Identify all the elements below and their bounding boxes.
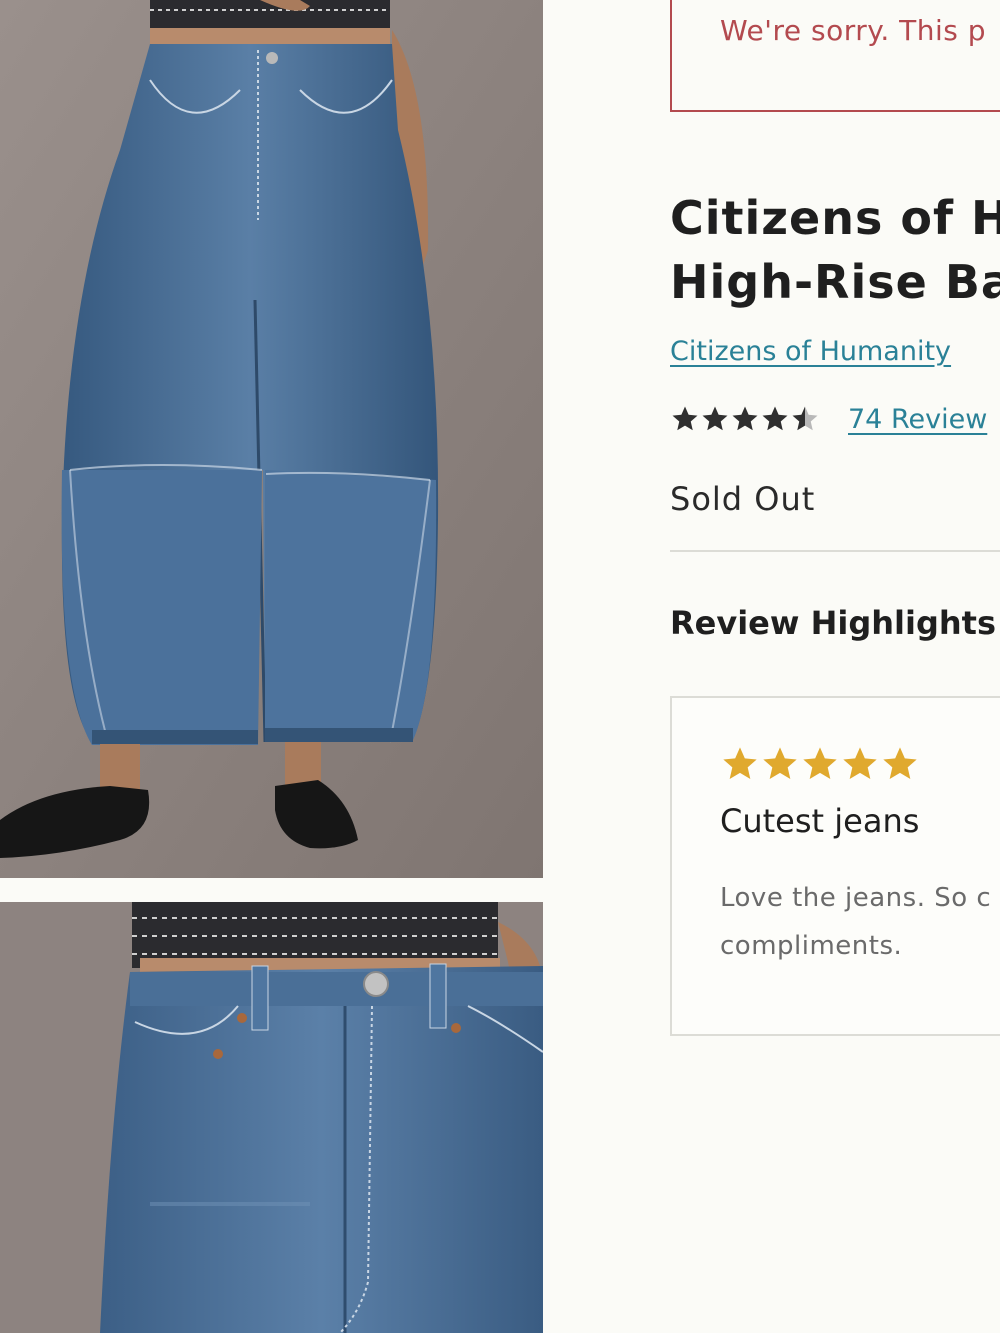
alert-message: We're sorry. This p <box>720 14 987 47</box>
star-icon <box>702 406 728 431</box>
stock-status: Sold Out <box>670 480 816 518</box>
section-divider <box>670 550 1000 552</box>
product-title-line-1: Citizens of H <box>670 191 1000 245</box>
star-icon <box>762 406 788 431</box>
star-icon <box>672 406 698 431</box>
unavailable-alert: We're sorry. This p <box>670 0 1000 112</box>
product-image-waist-detail[interactable] <box>0 902 543 1333</box>
brand-link[interactable]: Citizens of Humanity <box>670 336 951 367</box>
product-title-line-2: High-Rise Ba <box>670 255 1000 309</box>
star-icon <box>792 406 818 431</box>
product-image-full-length[interactable] <box>0 0 543 878</box>
review-highlights-heading: Review Highlights <box>670 604 996 642</box>
reviews-link[interactable]: 74 Review <box>848 404 987 435</box>
star-icon <box>732 406 758 431</box>
product-details-panel: We're sorry. This p Citizens of H High-R… <box>543 0 1000 1333</box>
jeans-waist-detail-image <box>0 902 543 1333</box>
star-icon <box>723 747 757 779</box>
star-icon <box>763 747 797 779</box>
star-icon <box>883 747 917 779</box>
rating-stars <box>670 404 820 434</box>
review-body: Love the jeans. So c compliments. <box>720 874 1000 970</box>
star-icon <box>843 747 877 779</box>
review-stars <box>720 744 920 784</box>
star-icon <box>803 747 837 779</box>
review-title: Cutest jeans <box>720 802 920 840</box>
product-title: Citizens of H High-Rise Ba <box>670 186 1000 314</box>
review-highlight-card[interactable]: Cutest jeans Love the jeans. So c compli… <box>670 696 1000 1036</box>
review-body-line-1: Love the jeans. So c <box>720 883 992 913</box>
model-wearing-jeans-image <box>0 0 543 878</box>
review-body-line-2: compliments. <box>720 931 903 961</box>
product-image-gallery <box>0 0 543 1333</box>
